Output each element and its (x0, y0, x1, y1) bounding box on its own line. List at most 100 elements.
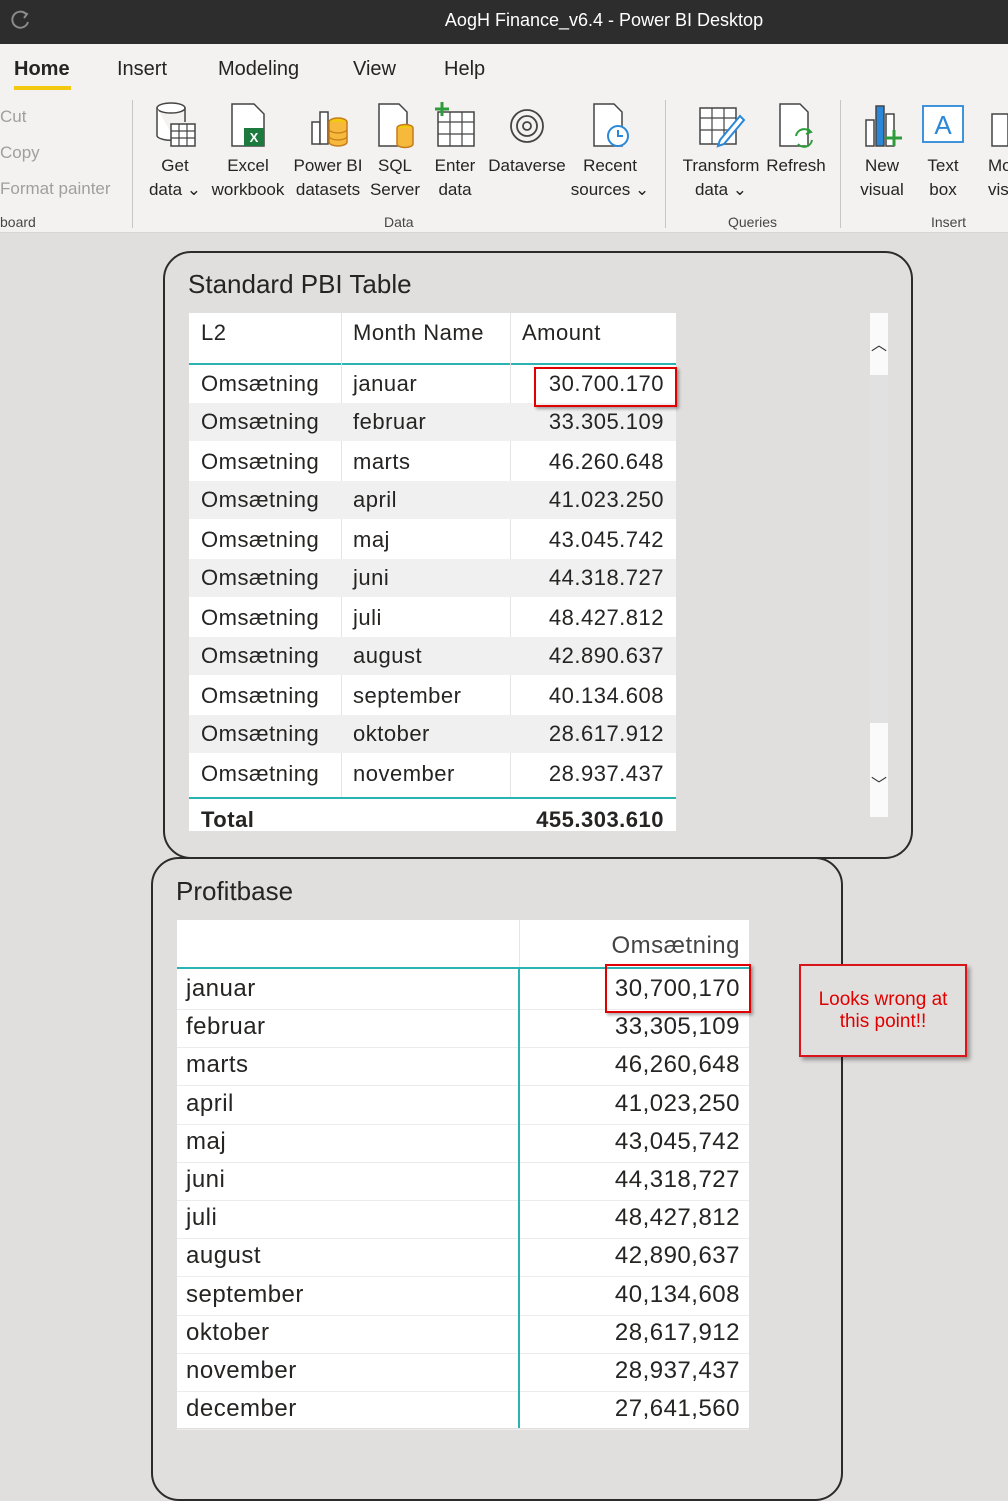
table-row[interactable]: Omsætning februar 33.305.109 (189, 403, 676, 441)
format-painter-button[interactable]: Format painter (0, 179, 111, 199)
cell-month: marts (186, 1051, 249, 1079)
table-row[interactable]: Omsætning juni 44.318.727 (189, 559, 676, 597)
cell-month-name: januar (353, 371, 418, 396)
refresh-button[interactable]: Refresh (766, 100, 826, 178)
scrollbar-thumb[interactable] (870, 375, 888, 723)
tab-home[interactable]: Home (14, 58, 70, 81)
table-row[interactable]: Omsætning oktober 28.617.912 (189, 715, 676, 753)
cell-month-name: februar (353, 409, 427, 434)
cell-omsaetning: 42,890,637 (614, 1242, 740, 1270)
new-visual-button[interactable]: New visual (854, 100, 910, 202)
excel-icon: X (231, 103, 265, 147)
table-row[interactable]: september 40,134,608 (177, 1277, 749, 1316)
table-row[interactable]: marts 46,260,648 (177, 1047, 749, 1087)
sql-server-button[interactable]: SQL Server (368, 100, 422, 202)
cell-month: januar (186, 975, 256, 1002)
cut-button[interactable]: Cut (0, 107, 26, 127)
cell-month-name: maj (353, 527, 390, 552)
cell-l2: Omsætning (201, 409, 320, 434)
table-row[interactable]: maj 43,045,742 (177, 1124, 749, 1163)
cell-amount: 44.318.727 (548, 565, 664, 590)
tab-insert[interactable]: Insert (117, 58, 167, 81)
cell-amount: 41.023.250 (548, 487, 664, 512)
queries-group-label: Queries (728, 214, 778, 230)
refresh-icon (779, 103, 813, 148)
table-row[interactable]: Omsætning september 40.134.608 (189, 677, 676, 715)
ribbon-separator (840, 100, 841, 228)
cell-l2: Omsætning (201, 371, 320, 396)
title-bar: AogH Finance_v6.4 - Power BI Desktop (0, 0, 1008, 44)
table-row[interactable]: juni 44,318,727 (177, 1162, 749, 1201)
column-header-amount[interactable]: Amount (522, 320, 601, 346)
more-visuals-button[interactable]: Mo visu (976, 100, 1008, 202)
cell-l2: Omsætning (201, 605, 320, 630)
column-header-omsaetning[interactable]: Omsætning (611, 932, 740, 960)
tab-help[interactable]: Help (444, 58, 485, 81)
tab-view[interactable]: View (353, 58, 396, 81)
table-row[interactable]: Omsætning november 28.937.437 (189, 755, 676, 793)
text-box-button[interactable]: A Text box (914, 100, 972, 202)
scroll-down-icon[interactable]: ﹀ (870, 771, 888, 795)
cell-l2: Omsætning (201, 683, 320, 708)
cell-amount: 48.427.812 (548, 605, 664, 630)
table-row[interactable]: Omsætning april 41.023.250 (189, 481, 676, 519)
table-row[interactable]: Omsætning juli 48.427.812 (189, 599, 676, 637)
more-visuals-icon (991, 113, 1008, 147)
powerbi-datasets-button[interactable]: Power BI datasets (292, 100, 364, 202)
cell-omsaetning: 43,045,742 (614, 1127, 740, 1155)
column-header-l2[interactable]: L2 (201, 320, 226, 346)
enter-data-icon (435, 102, 475, 147)
cell-l2: Omsætning (201, 449, 320, 474)
sql-server-label: SQL Server (369, 156, 421, 199)
window-title: AogH Finance_v6.4 - Power BI Desktop (444, 10, 764, 30)
total-separator (189, 797, 676, 799)
new-visual-label: New visual (860, 156, 904, 199)
active-tab-indicator (14, 86, 71, 90)
table-row[interactable]: oktober 28,617,912 (177, 1315, 749, 1354)
copy-button[interactable]: Copy (0, 143, 40, 163)
table-row[interactable]: april 41,023,250 (177, 1086, 749, 1125)
clipboard-group-label: board (0, 214, 36, 230)
table-row[interactable]: august 42,890,637 (177, 1238, 749, 1278)
database-table-icon (156, 102, 196, 147)
table-row[interactable]: juli 48,427,812 (177, 1200, 749, 1240)
dataverse-button[interactable]: Dataverse (486, 100, 568, 178)
table-header: L2 Month Name Amount (189, 313, 676, 365)
ribbon-separator (665, 100, 666, 228)
table-row[interactable]: Omsætning marts 46.260.648 (189, 443, 676, 481)
cell-month-name: september (353, 683, 462, 708)
cell-month-name: november (353, 761, 455, 786)
table-row[interactable]: Omsætning august 42.890.637 (189, 637, 676, 675)
cell-omsaetning: 48,427,812 (614, 1204, 740, 1232)
enter-data-button[interactable]: Enter data (428, 100, 482, 202)
table-row[interactable]: februar 33,305,109 (177, 1009, 749, 1049)
table-scrollbar[interactable]: ︿ ﹀ (870, 313, 888, 817)
recent-sources-icon (593, 103, 629, 147)
new-visual-icon (865, 105, 902, 147)
cell-amount: 33.305.109 (548, 409, 664, 434)
dataverse-label: Dataverse (488, 156, 566, 175)
svg-text:X: X (250, 130, 259, 145)
column-divider (518, 967, 520, 1428)
get-data-button[interactable]: Get data ⌄ (148, 100, 202, 202)
enter-data-label: Enter data (434, 156, 476, 199)
ribbon-tabs: Home Insert Modeling View Help (0, 44, 1008, 94)
column-header-month-name[interactable]: Month Name (353, 320, 484, 346)
scroll-up-icon[interactable]: ︿ (870, 331, 888, 355)
cell-month: juni (186, 1166, 226, 1193)
transform-data-label: Transform data ⌄ (682, 156, 760, 199)
cell-month-name: juni (353, 565, 390, 590)
cell-amount: 43.045.742 (548, 527, 664, 552)
recent-sources-button[interactable]: Recent sources ⌄ (570, 100, 650, 202)
cell-month: juli (186, 1204, 218, 1232)
table-row[interactable]: Omsætning maj 43.045.742 (189, 521, 676, 559)
transform-data-button[interactable]: Transform data ⌄ (678, 100, 764, 202)
get-data-label: Get data ⌄ (148, 156, 202, 199)
cell-amount: 28.617.912 (548, 721, 664, 746)
table-row[interactable]: november 28,937,437 (177, 1353, 749, 1392)
excel-workbook-button[interactable]: X Excel workbook (206, 100, 290, 202)
sql-server-icon (378, 103, 414, 149)
highlight-box-januar-standard (534, 367, 677, 407)
table-row[interactable]: december 27,641,560 (177, 1391, 749, 1431)
tab-modeling[interactable]: Modeling (218, 58, 299, 81)
